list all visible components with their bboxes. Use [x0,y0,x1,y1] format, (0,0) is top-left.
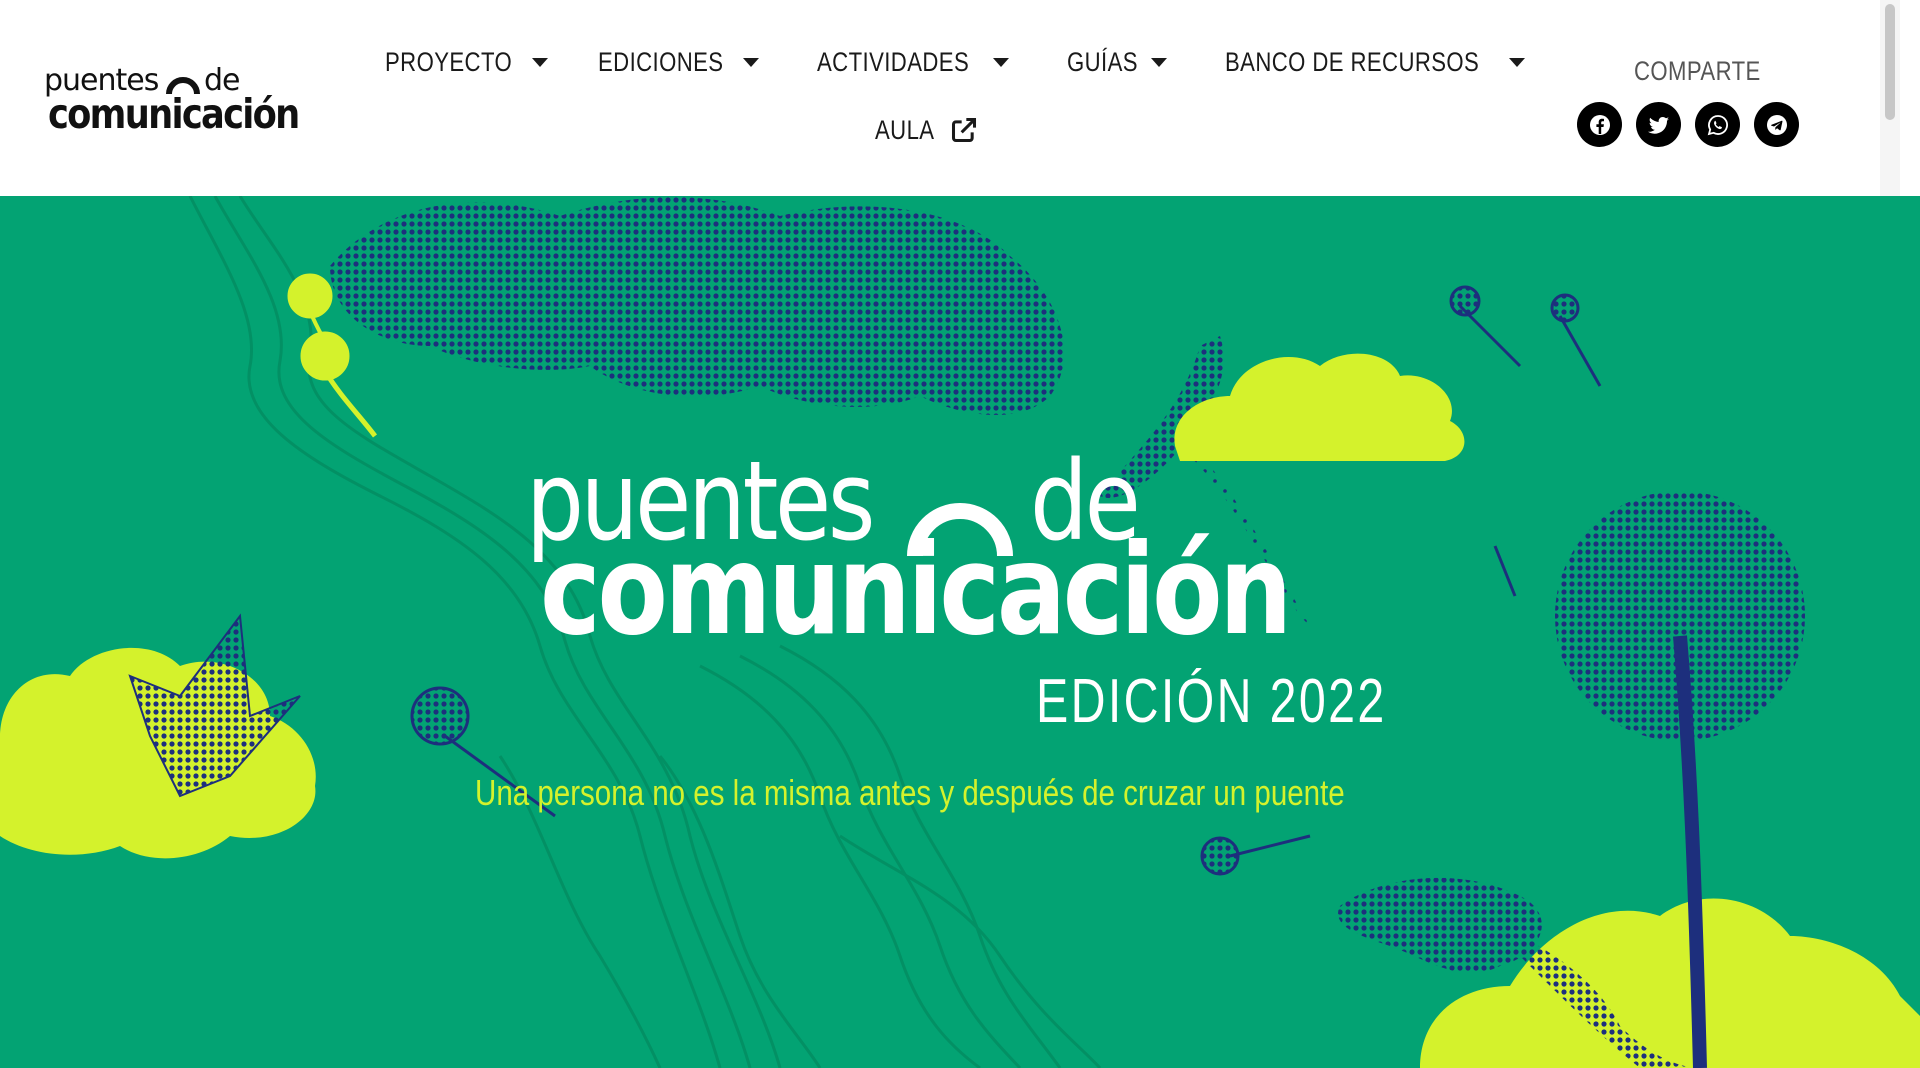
nav-label: PROYECTO [385,46,513,77]
hero-tagline: Una persona no es la misma antes y despu… [475,772,1345,813]
whatsapp-icon [1707,114,1728,135]
external-link-icon [951,117,976,143]
nav-label: EDICIONES [598,46,724,77]
scrollbar-thumb[interactable] [1885,4,1895,120]
secondary-nav: AULA [875,110,978,150]
main-nav: PROYECTO EDICIONES ACTIVIDADES GUÍAS BAN… [385,42,1526,82]
halftone-leaf [1338,877,1542,973]
chevron-down-icon [743,57,760,67]
twitter-share-button[interactable] [1636,102,1681,147]
nav-item-aula[interactable]: AULA [875,115,978,146]
twitter-icon [1647,116,1669,134]
page-scrollbar[interactable] [1880,0,1900,196]
nav-label: GUÍAS [1066,46,1138,77]
site-logo[interactable]: puentes de comunicación [44,66,314,138]
site-header: puentes de comunicación PROYECTO EDICION… [0,0,1900,196]
facebook-icon [1589,114,1610,135]
chevron-down-icon [1509,57,1526,67]
nav-item-actividades[interactable]: ACTIVIDADES [817,47,1009,78]
nav-label: ACTIVIDADES [817,46,970,77]
nav-label: BANCO DE RECURSOS [1225,46,1480,77]
logo-word-comunicacion: comunicación [48,90,300,138]
chevron-down-icon [532,57,549,67]
chevron-down-icon [1151,57,1168,67]
whatsapp-share-button[interactable] [1695,102,1740,147]
halftone-cloud [330,197,1065,415]
nav-item-guias[interactable]: GUÍAS [1067,47,1168,78]
nav-item-banco-de-recursos[interactable]: BANCO DE RECURSOS [1225,46,1526,78]
chevron-down-icon [992,57,1009,67]
hero-title-comunicacion: comunicación [540,518,1292,663]
share-title: COMPARTE [1634,56,1761,86]
telegram-share-button[interactable] [1754,102,1799,147]
telegram-icon [1766,114,1787,135]
hero-banner: puentes de comunicación EDICIÓN 2022 Una… [0,196,1920,1068]
nav-label: AULA [875,114,935,145]
nav-item-ediciones[interactable]: EDICIONES [598,46,760,78]
facebook-share-button[interactable] [1577,102,1622,147]
nav-item-proyecto[interactable]: PROYECTO [385,46,549,78]
hero-edition: EDICIÓN 2022 [1036,667,1387,736]
